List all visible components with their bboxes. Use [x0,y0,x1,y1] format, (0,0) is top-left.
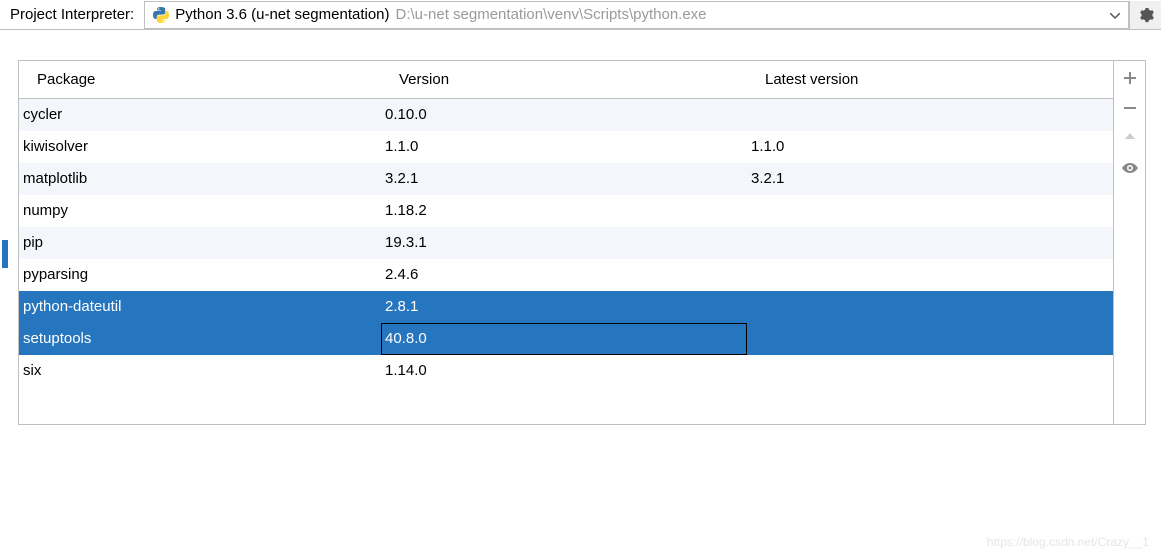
cell-version: 2.8.1 [381,291,747,323]
cell-latest [747,99,1113,131]
uninstall-package-button[interactable] [1115,93,1145,123]
interpreter-path: D:\u-net segmentation\venv\Scripts\pytho… [396,6,1104,23]
cell-latest [747,355,1113,387]
packages-table: Package Version Latest version cycler 0.… [19,61,1113,387]
header-version[interactable]: Version [381,61,747,99]
cell-package: pip [19,227,381,259]
python-icon [153,7,169,23]
table-row[interactable]: pyparsing 2.4.6 [19,259,1113,291]
cell-package: python-dateutil [19,291,381,323]
cell-package: pyparsing [19,259,381,291]
cell-version: 19.3.1 [381,227,747,259]
cell-latest [747,195,1113,227]
cell-latest: 3.2.1 [747,163,1113,195]
cell-version: 0.10.0 [381,99,747,131]
table-row[interactable]: cycler 0.10.0 [19,99,1113,131]
cell-latest [747,259,1113,291]
cell-latest: 1.1.0 [747,131,1113,163]
watermark: https://blog.csdn.net/Crazy__1 [987,535,1149,549]
cell-version-focused: 40.8.0 [381,323,747,355]
package-side-toolbar [1114,60,1146,425]
cell-package: setuptools [19,323,381,355]
table-header-row: Package Version Latest version [19,61,1113,99]
chevron-down-icon [1110,8,1120,22]
cell-package: six [19,355,381,387]
cell-version: 1.18.2 [381,195,747,227]
table-row-selected[interactable]: python-dateutil 2.8.1 [19,291,1113,323]
cell-latest [747,227,1113,259]
upgrade-package-button[interactable] [1115,123,1145,153]
table-row[interactable]: kiwisolver 1.1.0 1.1.0 [19,131,1113,163]
cell-latest [747,291,1113,323]
install-package-button[interactable] [1115,63,1145,93]
cell-package: matplotlib [19,163,381,195]
cell-version: 1.1.0 [381,131,747,163]
cell-version: 1.14.0 [381,355,747,387]
table-row[interactable]: matplotlib 3.2.1 3.2.1 [19,163,1113,195]
show-early-releases-button[interactable] [1115,153,1145,183]
packages-table-container: Package Version Latest version cycler 0.… [18,60,1114,425]
cell-package: kiwisolver [19,131,381,163]
cell-version: 3.2.1 [381,163,747,195]
table-row-selected[interactable]: setuptools 40.8.0 [19,323,1113,355]
cell-version: 2.4.6 [381,259,747,291]
interpreter-dropdown[interactable]: Python 3.6 (u-net segmentation) D:\u-net… [144,1,1129,29]
header-package[interactable]: Package [19,61,381,99]
content-area: Package Version Latest version cycler 0.… [0,30,1161,425]
settings-gear-button[interactable] [1129,1,1161,29]
cell-package: cycler [19,99,381,131]
top-bar: Project Interpreter: Python 3.6 (u-net s… [0,0,1161,30]
header-latest[interactable]: Latest version [747,61,1113,99]
interpreter-name: Python 3.6 (u-net segmentation) [175,6,389,23]
cell-latest [747,323,1113,355]
interpreter-label: Project Interpreter: [10,6,134,23]
table-row[interactable]: numpy 1.18.2 [19,195,1113,227]
cell-package: numpy [19,195,381,227]
table-row[interactable]: pip 19.3.1 [19,227,1113,259]
table-row[interactable]: six 1.14.0 [19,355,1113,387]
scroll-indicator [2,240,8,268]
